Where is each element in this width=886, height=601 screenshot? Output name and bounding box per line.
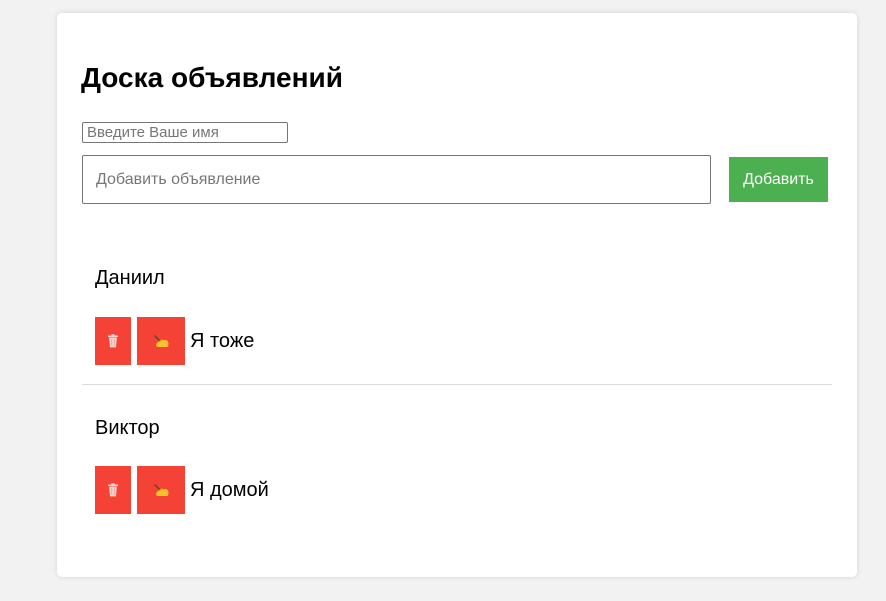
add-button[interactable]: Добавить [729, 157, 828, 202]
delete-button[interactable] [95, 466, 131, 514]
trash-icon [108, 483, 118, 497]
page-title: Доска объявлений [81, 62, 343, 93]
post-text: Я тоже [190, 330, 255, 352]
post-author: Виктор [95, 417, 160, 439]
ad-input[interactable] [82, 155, 711, 204]
delete-button[interactable] [95, 317, 131, 365]
edit-button[interactable] [137, 466, 185, 514]
board-card: Доска объявлений Добавить Даниил Я тоже … [57, 13, 857, 577]
post-item: Даниил Я тоже [82, 251, 832, 385]
post-text: Я домой [190, 479, 269, 501]
writing-hand-icon [154, 484, 169, 496]
edit-button[interactable] [137, 317, 185, 365]
writing-hand-icon [154, 335, 169, 347]
post-author: Даниил [95, 267, 165, 289]
name-input[interactable] [82, 122, 288, 143]
trash-icon [108, 334, 118, 348]
post-item: Виктор Я домой [82, 401, 832, 531]
